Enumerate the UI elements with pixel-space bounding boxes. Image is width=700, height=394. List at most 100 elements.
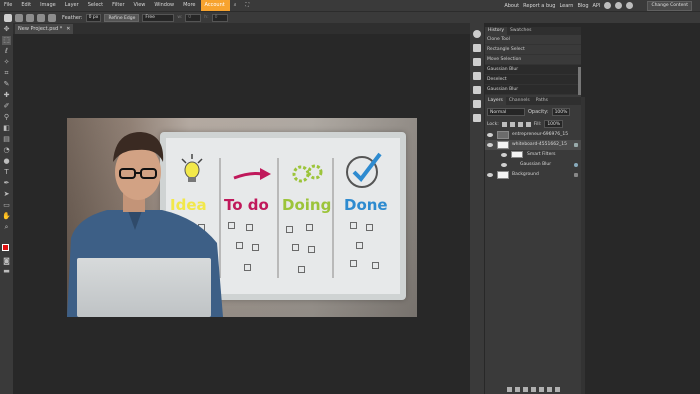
selection-intersect-icon[interactable] (48, 13, 56, 22)
menu-layer[interactable]: Layer (61, 0, 84, 11)
hand-tool-icon[interactable]: ✋ (2, 212, 11, 221)
tab-layers[interactable]: Layers (485, 97, 506, 105)
menu-select[interactable]: Select (84, 0, 108, 11)
clone-stamp-tool-icon[interactable]: ⚲ (2, 113, 11, 122)
info-icon[interactable] (473, 30, 481, 38)
history-item[interactable]: Clone Tool (485, 35, 581, 45)
history-panel-icon[interactable] (473, 44, 481, 52)
filter-options-icon[interactable] (574, 163, 578, 167)
link-layers-icon[interactable] (506, 387, 512, 392)
lock-position-icon[interactable] (517, 121, 523, 127)
canvas-image[interactable]: Idea To do Doing Done (67, 118, 417, 317)
menu-view[interactable]: View (130, 0, 151, 11)
refine-edge-button[interactable]: Refine Edge (104, 13, 140, 22)
tab-paths[interactable]: Paths (533, 97, 551, 105)
link-about[interactable]: About (504, 3, 519, 9)
layer-row-selected[interactable]: whiteboard-4551662_15 (485, 140, 581, 150)
height-input[interactable]: 0 (211, 13, 228, 22)
quick-mask-icon[interactable]: ◙ (2, 257, 11, 266)
layers-panel-icon[interactable] (473, 114, 481, 122)
dodge-tool-icon[interactable]: ● (2, 157, 11, 166)
menu-window[interactable]: Window (150, 0, 179, 11)
delete-layer-icon[interactable] (554, 387, 560, 392)
blend-mode-select[interactable]: Normal (487, 108, 525, 116)
eraser-tool-icon[interactable]: ◧ (2, 124, 11, 133)
link-learn[interactable]: Learn (559, 3, 573, 9)
menu-edit[interactable]: Edit (17, 0, 36, 11)
shape-tool-icon[interactable]: ▭ (2, 201, 11, 210)
tab-history[interactable]: History (485, 27, 508, 35)
blur-tool-icon[interactable]: ◔ (2, 146, 11, 155)
change-content-button[interactable]: Change Content (647, 0, 692, 11)
healing-tool-icon[interactable]: ✚ (2, 91, 11, 100)
eyedropper-tool-icon[interactable]: ✎ (2, 80, 11, 89)
selection-subtract-icon[interactable] (37, 13, 45, 22)
width-input[interactable]: 0 (185, 13, 202, 22)
layer-row[interactable]: Gaussian Blur (485, 160, 581, 170)
history-item-current[interactable]: Gaussian Blur (485, 85, 581, 95)
visibility-eye-icon[interactable] (487, 133, 493, 137)
layers-scrollbar[interactable] (581, 97, 585, 394)
crop-tool-icon[interactable]: ⌗ (2, 69, 11, 78)
adjustments-panel-icon[interactable] (473, 72, 481, 80)
opacity-input[interactable]: 100% (551, 108, 571, 116)
layer-row[interactable]: entrepreneur-696976_15 (485, 130, 581, 140)
tab-channels[interactable]: Channels (506, 97, 533, 105)
visibility-eye-icon[interactable] (501, 153, 507, 157)
zoom-tool-icon[interactable]: ⌕ (2, 223, 11, 232)
feather-input[interactable]: 0 px (85, 13, 102, 22)
menu-more[interactable]: More (179, 0, 200, 11)
history-item[interactable]: Rectangle Select (485, 45, 581, 55)
marquee-tool-icon[interactable] (4, 13, 12, 22)
visibility-eye-icon[interactable] (487, 173, 493, 177)
paragraph-panel-icon[interactable] (473, 86, 481, 94)
lock-all-icon[interactable] (525, 121, 531, 127)
screen-mode-icon[interactable]: ▬ (2, 267, 11, 276)
layer-row[interactable]: Smart Filters (485, 150, 581, 160)
lock-transparency-icon[interactable] (501, 121, 507, 127)
text-tool-icon[interactable]: T (2, 168, 11, 177)
lock-pixels-icon[interactable] (509, 121, 515, 127)
lasso-tool-icon[interactable]: ℓ (2, 47, 11, 56)
facebook-icon[interactable] (626, 2, 634, 9)
link-api[interactable]: API (593, 3, 601, 9)
pen-tool-icon[interactable]: ✒ (2, 179, 11, 188)
magic-wand-tool-icon[interactable]: ✧ (2, 58, 11, 67)
fill-tool-icon[interactable]: ▤ (2, 135, 11, 144)
history-item[interactable]: Deselect (485, 75, 581, 85)
layer-effects-icon[interactable] (514, 387, 520, 392)
foreground-color-swatch[interactable] (2, 244, 9, 251)
new-group-icon[interactable] (538, 387, 544, 392)
close-tab-icon[interactable]: ✕ (66, 24, 70, 34)
document-tab[interactable]: New Project.psd * ✕ (15, 24, 74, 34)
history-scrollbar[interactable] (578, 67, 581, 95)
new-layer-icon[interactable] (546, 387, 552, 392)
fill-input[interactable]: 100% (544, 120, 564, 128)
swatches-panel-icon[interactable] (473, 58, 481, 66)
menu-filter[interactable]: Filter (108, 0, 129, 11)
menu-image[interactable]: Image (36, 0, 61, 11)
visibility-eye-icon[interactable] (487, 143, 493, 147)
tab-swatches[interactable]: Swatches (507, 27, 535, 35)
style-select[interactable]: Free (142, 13, 175, 22)
history-item[interactable]: Move Selection (485, 55, 581, 65)
history-item[interactable]: Gaussian Blur (485, 65, 581, 75)
reddit-icon[interactable] (604, 2, 612, 9)
link-report-bug[interactable]: Report a bug (523, 3, 555, 9)
path-select-tool-icon[interactable]: ➤ (2, 190, 11, 199)
brush-tool-icon[interactable]: ✐ (2, 102, 11, 111)
fullscreen-icon[interactable]: ⛶ (242, 0, 255, 11)
visibility-eye-icon[interactable] (501, 163, 507, 167)
menu-account[interactable]: Account (200, 0, 230, 11)
twitter-icon[interactable] (615, 2, 623, 9)
selection-add-icon[interactable] (26, 13, 34, 22)
adjustment-layer-icon[interactable] (522, 387, 528, 392)
search-icon[interactable]: ⌕ (230, 0, 242, 11)
rect-select-tool-icon[interactable]: ⬚ (2, 36, 11, 45)
properties-panel-icon[interactable] (473, 100, 481, 108)
menu-file[interactable]: File (0, 0, 17, 11)
layer-mask-icon[interactable] (530, 387, 536, 392)
layer-row[interactable]: Background (485, 170, 581, 180)
link-blog[interactable]: Blog (577, 3, 588, 9)
move-tool-icon[interactable]: ✥ (2, 25, 11, 34)
